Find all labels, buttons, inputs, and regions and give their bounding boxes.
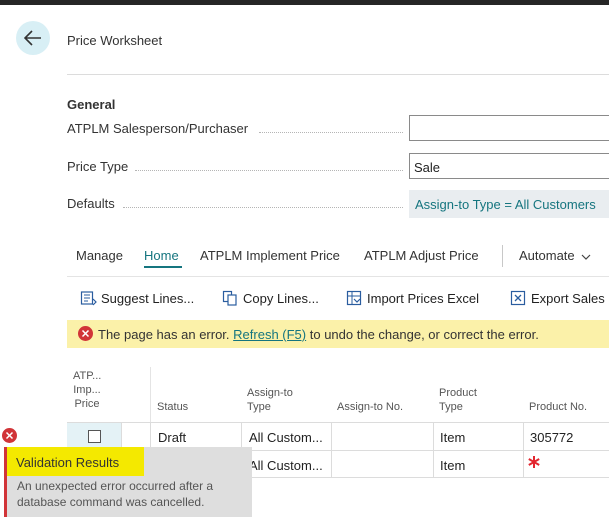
error-text-after: to undo the change, or correct the error… xyxy=(309,327,539,342)
cell-status[interactable]: Draft xyxy=(158,430,238,445)
field-row-salesperson: ATPLM Salesperson/Purchaser xyxy=(67,115,609,143)
chevron-down-icon xyxy=(581,254,591,260)
column-header-assign-to-no[interactable]: Assign-to No. xyxy=(337,400,403,414)
suggest-lines-label: Suggest Lines... xyxy=(101,290,195,306)
cell-assign-to-type[interactable]: All Custom... xyxy=(249,430,329,445)
toolbar-divider xyxy=(67,276,609,277)
export-excel-icon xyxy=(510,290,526,306)
error-text: The page has an error. Refresh (F5) to u… xyxy=(98,327,539,342)
field-row-defaults: Defaults Assign-to Type = All Customers xyxy=(67,190,609,218)
header-line: Product xyxy=(439,387,477,399)
column-header-product-no[interactable]: Product No. xyxy=(529,400,587,414)
header-separator xyxy=(150,367,151,422)
cell-product-type[interactable]: Item xyxy=(440,430,520,445)
salesperson-label: ATPLM Salesperson/Purchaser xyxy=(67,121,249,136)
cell-divider xyxy=(433,423,434,477)
price-type-select[interactable]: Sale xyxy=(409,153,609,179)
arrow-left-icon xyxy=(24,30,41,46)
back-button[interactable] xyxy=(16,21,50,55)
top-bar xyxy=(0,0,609,5)
grid-line xyxy=(67,422,609,423)
section-title-general: General xyxy=(67,97,116,112)
suggest-lines-icon xyxy=(80,291,97,306)
asterisk-icon xyxy=(528,456,540,468)
tab-manage[interactable]: Manage xyxy=(76,248,123,263)
dot-leader xyxy=(135,170,403,171)
import-prices-excel-label: Import Prices Excel xyxy=(367,290,479,306)
tab-atplm-implement-price[interactable]: ATPLM Implement Price xyxy=(200,248,340,263)
header-line: Assign-to xyxy=(247,387,293,399)
popup-message: An unexpected error occurred after a dat… xyxy=(17,479,214,509)
salesperson-input[interactable] xyxy=(409,115,609,141)
price-type-label: Price Type xyxy=(67,159,129,174)
cell-assign-to-type[interactable]: All Custom... xyxy=(249,458,329,473)
suggest-lines-button[interactable]: Suggest Lines... xyxy=(80,290,194,306)
error-message-bar: The page has an error. Refresh (F5) to u… xyxy=(67,320,609,348)
defaults-label: Defaults xyxy=(67,196,115,211)
column-header-implement-price[interactable]: ATP... Imp... Price xyxy=(73,369,101,411)
copy-lines-label: Copy Lines... xyxy=(243,290,319,306)
import-prices-excel-button[interactable]: Import Prices Excel xyxy=(346,290,479,306)
export-sales-button[interactable]: Export Sales xyxy=(510,290,605,306)
header-divider xyxy=(67,74,609,75)
export-sales-label: Export Sales xyxy=(531,290,605,306)
active-tab-indicator xyxy=(144,266,182,268)
cell-product-type[interactable]: Item xyxy=(440,458,520,473)
cell-divider xyxy=(331,423,332,477)
dot-leader xyxy=(259,132,403,133)
tab-automate[interactable]: Automate xyxy=(519,248,591,263)
field-row-price-type: Price Type Sale xyxy=(67,153,609,181)
tab-atplm-adjust-price[interactable]: ATPLM Adjust Price xyxy=(364,248,479,263)
popup-title: Validation Results xyxy=(7,447,144,476)
cell-product-no[interactable]: 305772 xyxy=(530,430,609,445)
validation-results-popup: Validation Results An unexpected error o… xyxy=(4,447,252,517)
tab-automate-label: Automate xyxy=(519,248,575,263)
copy-lines-button[interactable]: Copy Lines... xyxy=(222,290,319,306)
column-header-assign-to-type[interactable]: Assign-to Type xyxy=(247,386,293,414)
refresh-link[interactable]: Refresh (F5) xyxy=(233,327,306,342)
header-line: Type xyxy=(439,401,463,413)
header-line: Imp... xyxy=(73,384,101,396)
error-circle-icon xyxy=(78,326,93,341)
tab-home[interactable]: Home xyxy=(144,248,179,263)
page-title: Price Worksheet xyxy=(67,33,163,48)
tab-separator xyxy=(502,245,503,267)
error-circle-icon xyxy=(2,428,17,443)
copy-lines-icon xyxy=(222,290,237,306)
header-line: Type xyxy=(247,401,271,413)
import-excel-icon xyxy=(346,290,362,306)
header-line: ATP... xyxy=(73,370,102,382)
error-text-before: The page has an error. xyxy=(98,327,230,342)
dot-leader xyxy=(123,207,403,208)
cell-divider xyxy=(523,423,524,477)
implement-price-checkbox[interactable] xyxy=(88,430,101,443)
defaults-link[interactable]: Assign-to Type = All Customers xyxy=(409,190,609,218)
header-line: Price xyxy=(74,398,100,410)
column-header-status[interactable]: Status xyxy=(157,400,188,414)
column-header-product-type[interactable]: Product Type xyxy=(439,386,477,414)
